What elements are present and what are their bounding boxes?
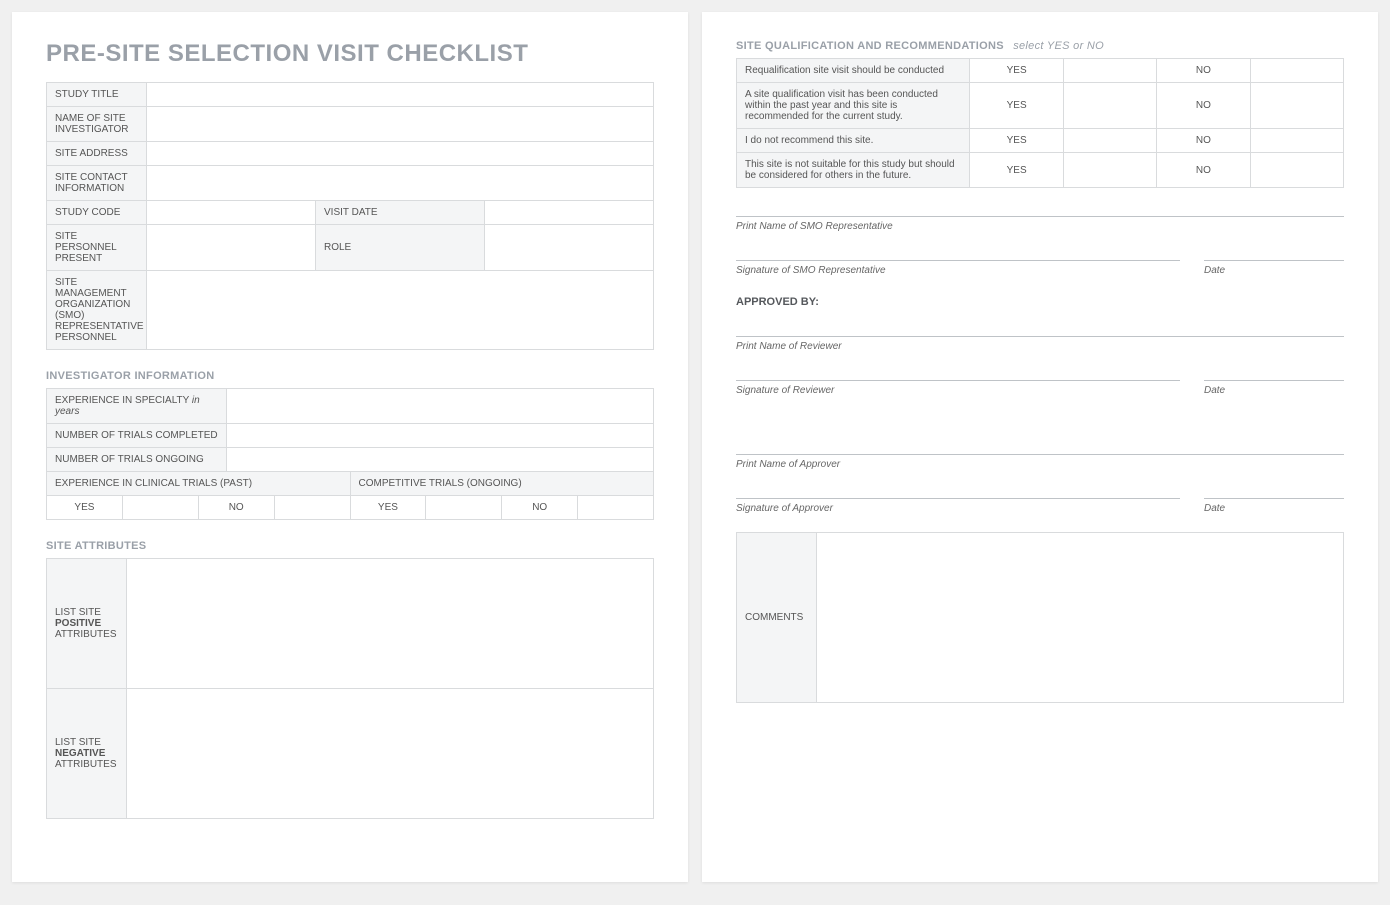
label-comp-yes: YES <box>350 496 426 520</box>
trials-yesno-table: EXPERIENCE IN CLINICAL TRIALS (PAST) COM… <box>46 471 654 520</box>
label-q3-yes: YES <box>970 129 1063 153</box>
label-competitive-trials: COMPETITIVE TRIALS (ONGOING) <box>350 472 654 496</box>
text-positive-pre: LIST SITE <box>55 607 101 618</box>
text-negative-bold: NEGATIVE <box>55 748 105 759</box>
sig-print-reviewer[interactable]: Print Name of Reviewer <box>736 336 1344 352</box>
input-comp-yes[interactable] <box>426 496 502 520</box>
label-personnel-present: SITE PERSONNEL PRESENT <box>47 225 147 271</box>
text-qual-section: SITE QUALIFICATION AND RECOMMENDATIONS <box>736 40 1004 52</box>
input-q4-yes[interactable] <box>1063 153 1156 188</box>
label-positive-attributes: LIST SITE POSITIVE ATTRIBUTES <box>47 559 127 689</box>
input-trials-ongoing[interactable] <box>227 448 654 472</box>
label-negative-attributes: LIST SITE NEGATIVE ATTRIBUTES <box>47 689 127 819</box>
document-pages: PRE-SITE SELECTION VISIT CHECKLIST STUDY… <box>12 12 1378 882</box>
label-q2-no: NO <box>1157 83 1250 129</box>
sig-print-approver[interactable]: Print Name of Approver <box>736 454 1344 470</box>
sig-date-smo[interactable]: Date <box>1204 260 1344 276</box>
label-role: ROLE <box>316 225 485 271</box>
signature-block-smo: Print Name of SMO Representative Signatu… <box>736 216 1344 276</box>
signature-block-reviewer: Print Name of Reviewer Signature of Revi… <box>736 336 1344 396</box>
input-personnel-present[interactable] <box>147 225 316 271</box>
input-smo-personnel[interactable] <box>147 271 654 350</box>
attributes-table: LIST SITE POSITIVE ATTRIBUTES LIST SITE … <box>46 558 654 819</box>
label-q2: A site qualification visit has been cond… <box>737 83 970 129</box>
label-q1: Requalification site visit should be con… <box>737 59 970 83</box>
input-past-no[interactable] <box>274 496 350 520</box>
label-site-contact: SITE CONTACT INFORMATION <box>47 166 147 201</box>
input-trials-completed[interactable] <box>227 424 654 448</box>
label-q2-yes: YES <box>970 83 1063 129</box>
comments-table: COMMENTS <box>736 532 1344 703</box>
text-exp-specialty: EXPERIENCE IN SPECIALTY <box>55 395 189 406</box>
sig-signature-approver[interactable]: Signature of Approver <box>736 498 1180 514</box>
label-visit-date: VISIT DATE <box>316 201 485 225</box>
text-positive-bold: POSITIVE <box>55 618 101 629</box>
approved-by-heading: APPROVED BY: <box>736 296 1344 308</box>
section-site-qualification: SITE QUALIFICATION AND RECOMMENDATIONS s… <box>736 40 1344 52</box>
input-q4-no[interactable] <box>1250 153 1343 188</box>
study-info-table: STUDY TITLE NAME OF SITE INVESTIGATOR SI… <box>46 82 654 350</box>
text-negative-post: ATTRIBUTES <box>55 759 116 770</box>
sig-signature-reviewer[interactable]: Signature of Reviewer <box>736 380 1180 396</box>
input-past-yes[interactable] <box>122 496 198 520</box>
input-role[interactable] <box>485 225 654 271</box>
label-past-no: NO <box>198 496 274 520</box>
input-q3-yes[interactable] <box>1063 129 1156 153</box>
investigator-table: EXPERIENCE IN SPECIALTY in years NUMBER … <box>46 388 654 472</box>
signature-block-approver: Print Name of Approver Signature of Appr… <box>736 454 1344 514</box>
input-investigator-name[interactable] <box>147 107 654 142</box>
label-comments: COMMENTS <box>737 533 817 703</box>
sig-date-approver[interactable]: Date <box>1204 498 1344 514</box>
label-exp-specialty: EXPERIENCE IN SPECIALTY in years <box>47 389 227 424</box>
sig-date-reviewer[interactable]: Date <box>1204 380 1344 396</box>
input-comments[interactable] <box>817 533 1344 703</box>
label-q1-no: NO <box>1157 59 1250 83</box>
input-site-contact[interactable] <box>147 166 654 201</box>
input-q3-no[interactable] <box>1250 129 1343 153</box>
label-site-address: SITE ADDRESS <box>47 142 147 166</box>
label-q4: This site is not suitable for this study… <box>737 153 970 188</box>
label-study-title: STUDY TITLE <box>47 83 147 107</box>
label-q4-no: NO <box>1157 153 1250 188</box>
label-comp-no: NO <box>502 496 578 520</box>
page-title: PRE-SITE SELECTION VISIT CHECKLIST <box>46 40 654 68</box>
page-1: PRE-SITE SELECTION VISIT CHECKLIST STUDY… <box>12 12 688 882</box>
sig-signature-smo[interactable]: Signature of SMO Representative <box>736 260 1180 276</box>
input-study-code[interactable] <box>147 201 316 225</box>
input-comp-no[interactable] <box>578 496 654 520</box>
sig-print-smo[interactable]: Print Name of SMO Representative <box>736 216 1344 232</box>
page-2: SITE QUALIFICATION AND RECOMMENDATIONS s… <box>702 12 1378 882</box>
label-smo-personnel: SITE MANAGEMENT ORGANIZATION (SMO) REPRE… <box>47 271 147 350</box>
label-q1-yes: YES <box>970 59 1063 83</box>
label-trials-completed: NUMBER OF TRIALS COMPLETED <box>47 424 227 448</box>
input-q2-yes[interactable] <box>1063 83 1156 129</box>
input-positive-attributes[interactable] <box>127 559 654 689</box>
input-negative-attributes[interactable] <box>127 689 654 819</box>
text-positive-post: ATTRIBUTES <box>55 629 116 640</box>
label-investigator-name: NAME OF SITE INVESTIGATOR <box>47 107 147 142</box>
input-visit-date[interactable] <box>485 201 654 225</box>
input-q1-yes[interactable] <box>1063 59 1156 83</box>
text-negative-pre: LIST SITE <box>55 737 101 748</box>
label-study-code: STUDY CODE <box>47 201 147 225</box>
input-site-address[interactable] <box>147 142 654 166</box>
section-investigator-info: INVESTIGATOR INFORMATION <box>46 370 654 382</box>
section-site-attributes: SITE ATTRIBUTES <box>46 540 654 552</box>
label-exp-past-trials: EXPERIENCE IN CLINICAL TRIALS (PAST) <box>47 472 351 496</box>
input-q2-no[interactable] <box>1250 83 1343 129</box>
text-qual-hint: select YES or NO <box>1013 40 1104 52</box>
input-study-title[interactable] <box>147 83 654 107</box>
label-q3: I do not recommend this site. <box>737 129 970 153</box>
label-q4-yes: YES <box>970 153 1063 188</box>
label-q3-no: NO <box>1157 129 1250 153</box>
label-trials-ongoing: NUMBER OF TRIALS ONGOING <box>47 448 227 472</box>
label-past-yes: YES <box>47 496 123 520</box>
qualification-table: Requalification site visit should be con… <box>736 58 1344 188</box>
input-q1-no[interactable] <box>1250 59 1343 83</box>
input-exp-specialty[interactable] <box>227 389 654 424</box>
